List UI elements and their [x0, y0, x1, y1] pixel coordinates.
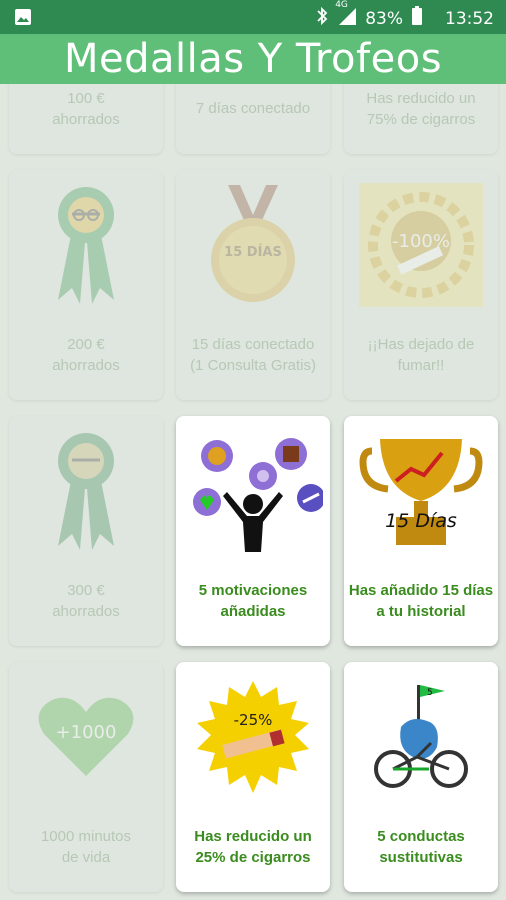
- achievement-card[interactable]: 15 DÍAS 15 días conectado (1 Consulta Gra…: [176, 170, 330, 400]
- battery-icon: [411, 6, 423, 31]
- rosette-icon: [9, 416, 163, 566]
- achievement-label: 100 € ahorrados: [52, 90, 120, 128]
- achievement-label: 1000 minutos de vida: [40, 828, 132, 866]
- badge-text: -25%: [234, 711, 273, 729]
- medal-text: 15 DÍAS: [224, 244, 282, 260]
- achievement-card[interactable]: 15 Días Has añadido 15 días a tu historia…: [344, 416, 498, 646]
- heart-text: +1000: [56, 722, 117, 743]
- medal-icon: 15 DÍAS: [176, 170, 330, 320]
- motivations-icon: [176, 416, 330, 566]
- status-bar: 4G 83% 13:52: [0, 0, 506, 34]
- achievement-card[interactable]: 5 5 conductas sustitutivas: [344, 662, 498, 892]
- achievement-label: 300 € ahorrados: [52, 582, 120, 620]
- achievement-label: 15 días conectado (1 Consulta Gratis): [190, 336, 316, 374]
- laurel-badge-icon: -100%: [344, 170, 498, 320]
- bluetooth-icon: [315, 6, 329, 31]
- rosette-icon: [9, 170, 163, 320]
- achievement-card[interactable]: 7 días conectado: [176, 84, 330, 154]
- image-icon: [14, 8, 32, 31]
- achievement-card[interactable]: Has reducido un 75% de cigarros: [344, 84, 498, 154]
- badge-text: -100%: [392, 231, 450, 252]
- achievement-card[interactable]: -25% Has reducido un 25% de cigarros: [176, 662, 330, 892]
- achievement-card[interactable]: -100% ¡¡Has dejado de fumar!!: [344, 170, 498, 400]
- trophy-text: 15 Días: [385, 510, 457, 532]
- achievement-card[interactable]: 100 € ahorrados: [9, 84, 163, 154]
- achievement-label: 7 días conectado: [195, 100, 311, 117]
- achievement-label: 5 conductas sustitutivas: [377, 828, 465, 866]
- achievement-label: Has reducido un 25% de cigarros: [194, 828, 312, 866]
- achievement-label: ¡¡Has dejado de fumar!!: [367, 336, 475, 374]
- page-title: Medallas Y Trofeos: [63, 36, 443, 82]
- achievements-grid[interactable]: 100 € ahorrados 7 días conectado Has redu…: [0, 84, 506, 900]
- bicycle-icon: 5: [344, 662, 498, 812]
- clock: 13:52: [445, 8, 494, 29]
- achievement-label: 5 motivaciones añadidas: [198, 582, 308, 620]
- sunburst-badge-icon: -25%: [176, 662, 330, 812]
- achievement-card[interactable]: 300 € ahorrados: [9, 416, 163, 646]
- achievement-label: Has añadido 15 días a tu historial: [348, 582, 494, 620]
- app-bar: Medallas Y Trofeos: [0, 34, 506, 84]
- heart-icon: +1000: [9, 662, 163, 812]
- battery-percent: 83%: [365, 8, 403, 29]
- signal-icon: 4G: [335, 0, 357, 31]
- achievement-card[interactable]: +1000 1000 minutos de vida: [9, 662, 163, 892]
- achievement-card[interactable]: 200 € ahorrados: [9, 170, 163, 400]
- achievement-label: Has reducido un 75% de cigarros: [366, 90, 476, 128]
- flag-text: 5: [427, 688, 433, 698]
- achievement-label: 200 € ahorrados: [52, 336, 120, 374]
- trophy-icon: 15 Días: [344, 416, 498, 566]
- achievement-card[interactable]: 5 motivaciones añadidas: [176, 416, 330, 646]
